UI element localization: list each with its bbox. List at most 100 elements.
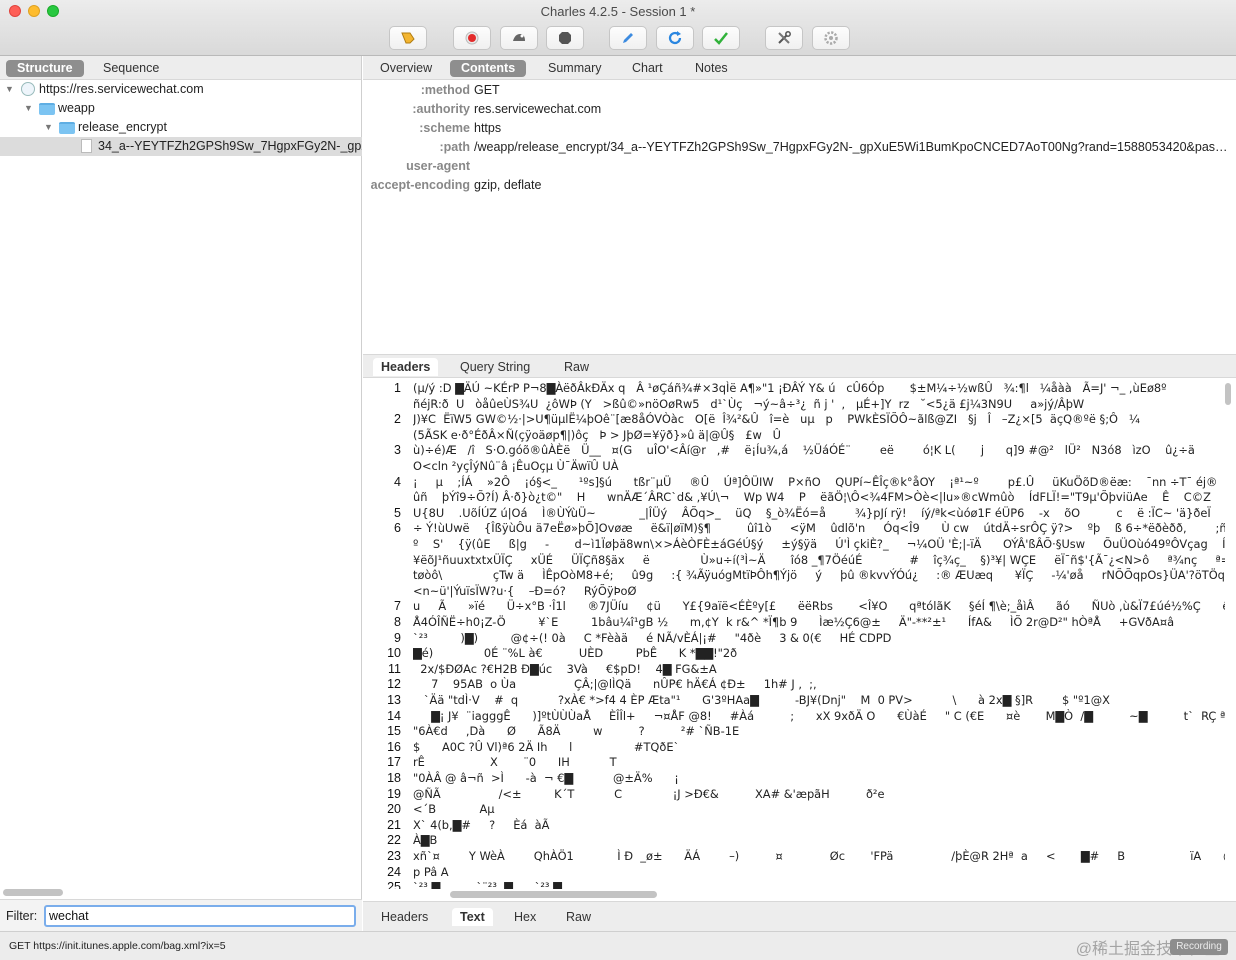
header-key: :method: [420, 83, 470, 97]
filter-input[interactable]: [44, 905, 356, 927]
pen-tool-button[interactable]: [389, 26, 427, 50]
validate-icon: [714, 32, 728, 45]
disclosure-triangle-icon[interactable]: ▼: [24, 99, 34, 118]
line-text: º S' {ÿ(ûE ß|g - d~ì1Ïøþä8wn\×>ÁèÒFÈ±áGé…: [413, 537, 1225, 551]
tab-overview[interactable]: Overview: [369, 60, 443, 77]
tab-headers[interactable]: Headers: [373, 358, 439, 376]
line-number: 20: [387, 802, 401, 817]
line-number: 17: [387, 755, 401, 770]
header-key: :authority: [412, 102, 470, 116]
vertical-scrollbar[interactable]: [1225, 383, 1231, 405]
tools-button[interactable]: [765, 26, 803, 50]
tab-query-string[interactable]: Query String: [452, 358, 538, 376]
tab-response-headers[interactable]: Headers: [373, 908, 436, 926]
header-row: :authority res.servicewechat.com: [363, 100, 1236, 119]
record-button[interactable]: [453, 26, 491, 50]
content-line: 16 $ A0C ?Û Vl)ª6 2Ä Ih l #TQðE`: [363, 740, 1225, 756]
response-view-tabs: Headers Text Hex Raw: [363, 901, 1236, 931]
content-line: 10 ▇é) 0É ¨%L à€ UÈD PbÊ K *▇▇!"2ð: [363, 646, 1225, 662]
tree-item-folder-release-encrypt[interactable]: ▼ release_encrypt: [0, 118, 362, 137]
pen-icon: [401, 32, 415, 44]
view-mode-tabs: Structure Sequence: [0, 56, 361, 80]
line-text: "0ÀÂ @ â¬ñ >Ì -à ¬ €▇ @±Ä% ¡: [413, 771, 679, 785]
header-row: accept-encoding gzip, deflate: [363, 176, 1236, 195]
tree-item-folder-weapp[interactable]: ▼ weapp: [0, 99, 362, 118]
filter-label: Filter:: [6, 909, 38, 923]
response-body-text[interactable]: 1 (μ/ý :D ▇ÄÚ ~KÉrP P¬8▇ÀëðÂkÐÄx q Â ¹øÇá…: [363, 379, 1225, 889]
header-value: res.servicewechat.com: [474, 102, 602, 116]
line-text: ù)÷é)Æ /î S·O.góõ®ûÀÈë Ü__ ¤(G uÎO'<Âí@r…: [413, 443, 1195, 458]
line-number: 5: [394, 505, 401, 520]
line-text: $ A0C ?Û Vl)ª6 2Ä Ih l #TQðE`: [413, 739, 680, 754]
header-value: https: [474, 121, 502, 135]
header-row: user-agent: [363, 157, 1236, 176]
line-number: 11: [388, 661, 401, 676]
line-number: 25: [387, 880, 401, 889]
throttle-button[interactable]: [500, 26, 538, 50]
line-number: 14: [387, 708, 401, 723]
content-line: 14 ▇¡ J¥ ¨iagggÊ )]ºtÙÙÙaÅ ÈÎÎl+ ¬¤ÅF @8…: [363, 709, 1225, 725]
line-text: X` 4(b,▇# ? Èá àÃ: [413, 817, 550, 832]
line-text: ñéjR:ð U òåûeÙS¾U ¿ôWÞ (Y >ßû©»nöOøRw5 d…: [413, 396, 1085, 411]
document-icon: [81, 139, 92, 153]
tab-structure[interactable]: Structure: [6, 60, 84, 77]
line-text: J)¥C ËïW5 GW©½·|>U¶üµlË¼þOê¨[æ8åÓVÒàc O[…: [413, 412, 1140, 427]
tab-hex[interactable]: Hex: [506, 908, 544, 926]
compose-button[interactable]: [609, 26, 647, 50]
line-text: À▇B: [413, 833, 438, 848]
content-line: 25 `²³ ▇ `¨²³ ▇ `²³ ▇: [363, 880, 1225, 889]
settings-button[interactable]: [812, 26, 850, 50]
validate-button[interactable]: [702, 26, 740, 50]
horizontal-scrollbar[interactable]: [3, 889, 63, 896]
content-line: 12 7 95AB o Ùa ÇÂ;|@lÌQä nÛP€ hÄ€Á ¢Ð± 1…: [363, 677, 1225, 693]
header-key: accept-encoding: [370, 178, 470, 192]
line-number: 19: [387, 786, 401, 801]
content-line: 17 rÊ X ¨0 IH T: [363, 755, 1225, 771]
line-number: 13: [387, 693, 401, 707]
repeat-icon: [668, 31, 682, 45]
repeat-button[interactable]: [656, 26, 694, 50]
line-text: rÊ X ¨0 IH T: [413, 755, 617, 770]
tab-response-raw[interactable]: Raw: [558, 908, 599, 926]
line-number: 6: [394, 521, 401, 536]
header-value: GET: [474, 83, 500, 97]
line-text: @ÑÃ /<± K´T C ¡J >Ð€& XA# &'æpãH ð²e: [413, 786, 885, 801]
line-text: "6À€d ,Dà Ø Ã8Ä w ? ²# `ÑB-1E: [413, 724, 740, 739]
content-line: (5ÃSK e·ð°ÉðÂ×Ñ(çÿoäøp¶|)ôç Þ > JþØ=¥ÿð}…: [363, 428, 1225, 444]
line-text: ▇¡ J¥ ¨iagggÊ )]ºtÙÙÙaÅ ÈÎÎl+ ¬¤ÅF @8! #…: [413, 708, 1225, 723]
tab-notes[interactable]: Notes: [684, 60, 739, 77]
tree-item-label: 34_a--YEYTFZh2GPSh9Sw_7HgpxFGy2N-_gpX: [98, 139, 362, 153]
tab-summary[interactable]: Summary: [537, 60, 612, 77]
horizontal-scrollbar[interactable]: [450, 891, 657, 898]
line-text: `Ää "tdÌ·V # q ?xÀ€ *>f4 4 ÈP Æta"¹ G'3º…: [413, 693, 1110, 707]
disclosure-triangle-icon[interactable]: ▼: [5, 80, 15, 99]
content-line: 13 `Ää "tdÌ·V # q ?xÀ€ *>f4 4 ÈP Æta"¹ G…: [363, 693, 1225, 709]
line-number: 18: [387, 771, 401, 785]
folder-icon: [39, 103, 55, 115]
https-host-icon: [21, 82, 35, 96]
content-line: 23 xñ`¤ Y WèÀ QhÀÖ1 Ì Ð _ø± ÄÁ –) ¤ Øc 'F…: [363, 849, 1225, 865]
title-bar: Charles 4.2.5 - Session 1 *: [0, 0, 1236, 56]
content-line: 3 ù)÷é)Æ /î S·O.góõ®ûÀÈë Ü__ ¤(G uÎO'<Âí@…: [363, 443, 1225, 459]
header-value: gzip, deflate: [474, 178, 542, 192]
disclosure-triangle-icon[interactable]: ▼: [44, 118, 54, 137]
tab-raw[interactable]: Raw: [556, 358, 597, 376]
line-number: 12: [387, 677, 401, 692]
tree-item-request[interactable]: 34_a--YEYTFZh2GPSh9Sw_7HgpxFGy2N-_gpX: [0, 137, 362, 156]
tab-contents[interactable]: Contents: [450, 60, 527, 77]
tab-text[interactable]: Text: [452, 908, 493, 926]
line-text: ▇é) 0É ¨%L à€ UÈD PbÊ K *▇▇!"2ð: [413, 646, 738, 661]
throttle-icon: [513, 34, 525, 41]
tree-item-host[interactable]: ▼ https://res.servicewechat.com: [0, 80, 362, 99]
content-line: 9 `²³ )▇) @¢÷(! 0à C *Fèàä é NÃ/vÈÁ|¡# "4…: [363, 631, 1225, 647]
tab-sequence[interactable]: Sequence: [92, 60, 170, 77]
line-text: tøòô\ çTw ä ÌÊpOòM8+é; û9g :{ ¾ÃÿuógMtïÞ…: [413, 568, 1225, 583]
content-line: 20 <´B Aµ: [363, 802, 1225, 818]
line-text: (μ/ý :D ▇ÄÚ ~KÉrP P¬8▇ÀëðÂkÐÄx q Â ¹øÇáñ…: [413, 381, 1167, 395]
line-text: 2x/$ÐØAc ?€H2B Ð▇úc 3Và €$pD! 4▇ FG&±A: [413, 661, 717, 676]
header-key: :scheme: [419, 121, 470, 135]
header-row: :scheme https: [363, 119, 1236, 138]
stop-button[interactable]: [546, 26, 584, 50]
record-icon: [465, 31, 479, 45]
tab-chart[interactable]: Chart: [621, 60, 674, 77]
